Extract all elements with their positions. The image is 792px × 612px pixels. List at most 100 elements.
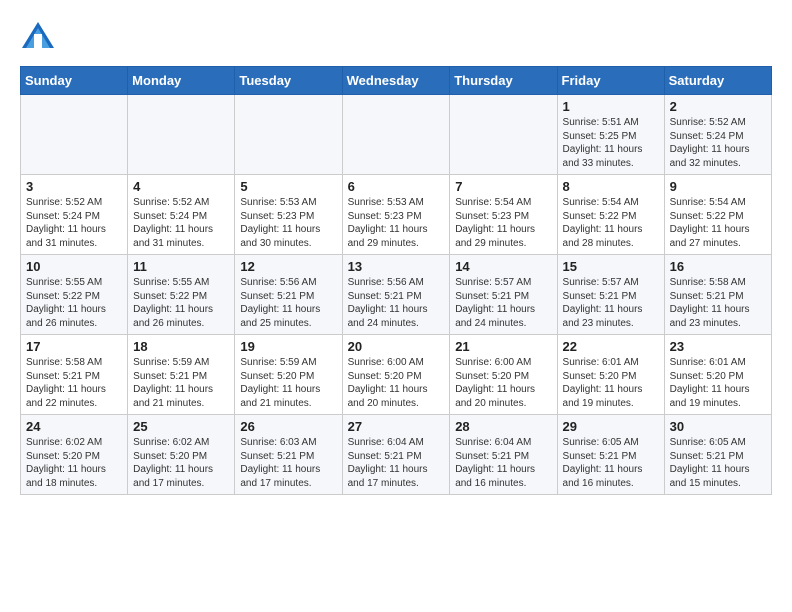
day-of-week-header: Monday <box>128 67 235 95</box>
day-of-week-header: Thursday <box>450 67 557 95</box>
calendar-cell: 3 Sunrise: 5:52 AM Sunset: 5:24 PM Daylig… <box>21 175 128 255</box>
day-number: 15 <box>563 259 659 274</box>
calendar-cell: 4 Sunrise: 5:52 AM Sunset: 5:24 PM Daylig… <box>128 175 235 255</box>
calendar-cell: 24Sunrise: 6:02 AM Sunset: 5:20 PM Dayli… <box>21 415 128 495</box>
header <box>20 20 772 56</box>
day-info: Sunrise: 5:58 AM Sunset: 5:21 PM Dayligh… <box>26 356 122 410</box>
day-number: 17 <box>26 339 122 354</box>
calendar-cell: 14 Sunrise: 5:57 AM Sunset: 5:21 PM Dayli… <box>450 255 557 335</box>
calendar-cell: 11 Sunrise: 5:55 AM Sunset: 5:22 PM Dayli… <box>128 255 235 335</box>
day-number: 11 <box>133 259 229 274</box>
day-number: 13 <box>348 259 445 274</box>
day-number: 7 <box>455 179 551 194</box>
day-info: Sunrise: 5:53 AM Sunset: 5:23 PM Dayligh… <box>240 196 336 250</box>
day-number: 3 <box>26 179 122 194</box>
day-number: 30 <box>670 419 766 434</box>
day-number: 28 <box>455 419 551 434</box>
calendar-cell: 28 Sunrise: 6:04 AM Sunset: 5:21 PM Dayli… <box>450 415 557 495</box>
day-info: Sunrise: 5:56 AM Sunset: 5:21 PM Dayligh… <box>240 276 336 330</box>
calendar-week-row: 3 Sunrise: 5:52 AM Sunset: 5:24 PM Daylig… <box>21 175 772 255</box>
day-number: 2 <box>670 99 766 114</box>
calendar-cell: 15 Sunrise: 5:57 AM Sunset: 5:21 PM Dayli… <box>557 255 664 335</box>
calendar-cell: 19Sunrise: 5:59 AM Sunset: 5:20 PM Dayli… <box>235 335 342 415</box>
calendar-cell: 21 Sunrise: 6:00 AM Sunset: 5:20 PM Dayli… <box>450 335 557 415</box>
day-number: 25 <box>133 419 229 434</box>
day-number: 20 <box>348 339 445 354</box>
page: SundayMondayTuesdayWednesdayThursdayFrid… <box>0 0 792 505</box>
calendar-week-row: 1Sunrise: 5:51 AM Sunset: 5:25 PM Daylig… <box>21 95 772 175</box>
day-info: Sunrise: 5:58 AM Sunset: 5:21 PM Dayligh… <box>670 276 766 330</box>
calendar-cell: 2 Sunrise: 5:52 AM Sunset: 5:24 PM Daylig… <box>664 95 771 175</box>
day-info: Sunrise: 5:56 AM Sunset: 5:21 PM Dayligh… <box>348 276 445 330</box>
day-info: Sunrise: 5:59 AM Sunset: 5:20 PM Dayligh… <box>240 356 336 410</box>
calendar-cell <box>342 95 450 175</box>
day-number: 9 <box>670 179 766 194</box>
day-of-week-header: Tuesday <box>235 67 342 95</box>
calendar-cell: 25 Sunrise: 6:02 AM Sunset: 5:20 PM Dayli… <box>128 415 235 495</box>
day-number: 10 <box>26 259 122 274</box>
day-info: Sunrise: 6:00 AM Sunset: 5:20 PM Dayligh… <box>455 356 551 410</box>
day-info: Sunrise: 6:05 AM Sunset: 5:21 PM Dayligh… <box>563 436 659 490</box>
calendar-cell: 18Sunrise: 5:59 AM Sunset: 5:21 PM Dayli… <box>128 335 235 415</box>
day-info: Sunrise: 5:54 AM Sunset: 5:23 PM Dayligh… <box>455 196 551 250</box>
day-info: Sunrise: 6:04 AM Sunset: 5:21 PM Dayligh… <box>348 436 445 490</box>
calendar-cell <box>450 95 557 175</box>
day-number: 6 <box>348 179 445 194</box>
calendar-cell <box>21 95 128 175</box>
calendar-week-row: 10 Sunrise: 5:55 AM Sunset: 5:22 PM Dayli… <box>21 255 772 335</box>
day-number: 12 <box>240 259 336 274</box>
day-info: Sunrise: 6:01 AM Sunset: 5:20 PM Dayligh… <box>670 356 766 410</box>
calendar-cell: 22Sunrise: 6:01 AM Sunset: 5:20 PM Dayli… <box>557 335 664 415</box>
day-info: Sunrise: 5:52 AM Sunset: 5:24 PM Dayligh… <box>26 196 122 250</box>
calendar-cell: 23 Sunrise: 6:01 AM Sunset: 5:20 PM Dayli… <box>664 335 771 415</box>
day-info: Sunrise: 6:00 AM Sunset: 5:20 PM Dayligh… <box>348 356 445 410</box>
day-number: 29 <box>563 419 659 434</box>
calendar-cell: 30 Sunrise: 6:05 AM Sunset: 5:21 PM Dayli… <box>664 415 771 495</box>
day-info: Sunrise: 5:52 AM Sunset: 5:24 PM Dayligh… <box>670 116 766 170</box>
day-of-week-header: Sunday <box>21 67 128 95</box>
calendar-cell: 27 Sunrise: 6:04 AM Sunset: 5:21 PM Dayli… <box>342 415 450 495</box>
day-info: Sunrise: 5:57 AM Sunset: 5:21 PM Dayligh… <box>563 276 659 330</box>
day-number: 5 <box>240 179 336 194</box>
calendar-cell <box>235 95 342 175</box>
day-info: Sunrise: 5:51 AM Sunset: 5:25 PM Dayligh… <box>563 116 659 170</box>
day-number: 24 <box>26 419 122 434</box>
calendar-cell: 8Sunrise: 5:54 AM Sunset: 5:22 PM Daylig… <box>557 175 664 255</box>
day-number: 23 <box>670 339 766 354</box>
calendar-cell <box>128 95 235 175</box>
day-number: 4 <box>133 179 229 194</box>
calendar-cell: 10Sunrise: 5:55 AM Sunset: 5:22 PM Dayli… <box>21 255 128 335</box>
day-number: 14 <box>455 259 551 274</box>
calendar-cell: 13 Sunrise: 5:56 AM Sunset: 5:21 PM Dayli… <box>342 255 450 335</box>
logo <box>20 20 60 56</box>
calendar-table: SundayMondayTuesdayWednesdayThursdayFrid… <box>20 66 772 495</box>
calendar-cell: 9 Sunrise: 5:54 AM Sunset: 5:22 PM Daylig… <box>664 175 771 255</box>
day-info: Sunrise: 5:54 AM Sunset: 5:22 PM Dayligh… <box>563 196 659 250</box>
day-info: Sunrise: 5:53 AM Sunset: 5:23 PM Dayligh… <box>348 196 445 250</box>
day-number: 27 <box>348 419 445 434</box>
calendar-week-row: 24 Sunrise: 6:02 AM Sunset: 5:20 PM Dayli… <box>21 415 772 495</box>
calendar-cell: 6 Sunrise: 5:53 AM Sunset: 5:23 PM Daylig… <box>342 175 450 255</box>
calendar-cell: 16 Sunrise: 5:58 AM Sunset: 5:21 PM Dayli… <box>664 255 771 335</box>
calendar-cell: 7 Sunrise: 5:54 AM Sunset: 5:23 PM Daylig… <box>450 175 557 255</box>
day-info: Sunrise: 6:03 AM Sunset: 5:21 PM Dayligh… <box>240 436 336 490</box>
day-of-week-header: Friday <box>557 67 664 95</box>
day-info: Sunrise: 6:04 AM Sunset: 5:21 PM Dayligh… <box>455 436 551 490</box>
day-of-week-header: Wednesday <box>342 67 450 95</box>
calendar-cell: 17 Sunrise: 5:58 AM Sunset: 5:21 PM Dayli… <box>21 335 128 415</box>
day-info: Sunrise: 6:05 AM Sunset: 5:21 PM Dayligh… <box>670 436 766 490</box>
day-of-week-header: Saturday <box>664 67 771 95</box>
day-info: Sunrise: 5:55 AM Sunset: 5:22 PM Dayligh… <box>133 276 229 330</box>
day-number: 16 <box>670 259 766 274</box>
calendar-week-row: 17 Sunrise: 5:58 AM Sunset: 5:21 PM Dayli… <box>21 335 772 415</box>
day-number: 18 <box>133 339 229 354</box>
day-number: 21 <box>455 339 551 354</box>
day-info: Sunrise: 5:54 AM Sunset: 5:22 PM Dayligh… <box>670 196 766 250</box>
day-info: Sunrise: 6:02 AM Sunset: 5:20 PM Dayligh… <box>133 436 229 490</box>
calendar-cell: 1Sunrise: 5:51 AM Sunset: 5:25 PM Daylig… <box>557 95 664 175</box>
day-info: Sunrise: 6:01 AM Sunset: 5:20 PM Dayligh… <box>563 356 659 410</box>
day-info: Sunrise: 5:52 AM Sunset: 5:24 PM Dayligh… <box>133 196 229 250</box>
day-info: Sunrise: 5:57 AM Sunset: 5:21 PM Dayligh… <box>455 276 551 330</box>
logo-icon <box>20 20 56 56</box>
calendar-cell: 12 Sunrise: 5:56 AM Sunset: 5:21 PM Dayli… <box>235 255 342 335</box>
